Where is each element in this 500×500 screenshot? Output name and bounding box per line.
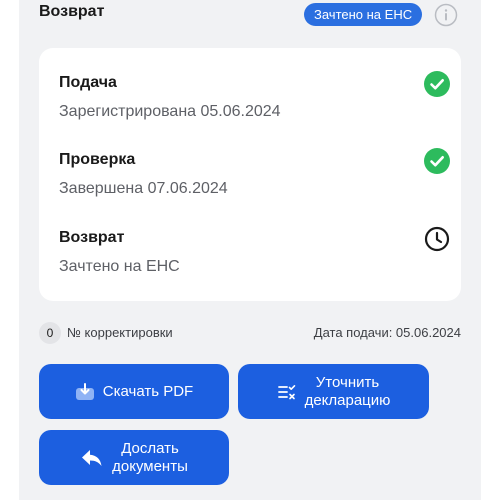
check-circle-icon	[424, 71, 450, 97]
step-subtitle: Завершена 07.06.2024	[59, 180, 228, 197]
download-file-icon	[75, 382, 95, 402]
clarify-line-2: декларацию	[304, 391, 391, 409]
filing-date: Дата подачи: 05.06.2024	[313, 325, 461, 340]
correction-label: № корректировки	[67, 325, 173, 340]
download-pdf-button[interactable]: Скачать PDF	[39, 364, 229, 419]
list-check-icon	[277, 383, 297, 401]
step-subtitle: Зарегистрирована 05.06.2024	[59, 103, 281, 120]
reply-arrow-icon	[80, 448, 104, 468]
meta-row: 0 № корректировки Дата подачи: 05.06.202…	[39, 322, 461, 344]
step-title: Подача	[59, 74, 117, 91]
clarify-declaration-label: Уточнить декларацию	[305, 374, 391, 410]
send-docs-line-2: документы	[112, 457, 188, 475]
step-submission: Подача Зарегистрирована 05.06.2024	[59, 71, 450, 121]
step-review: Проверка Завершена 07.06.2024	[59, 148, 450, 198]
page-title: Возврат	[39, 3, 105, 20]
clarify-line-1: Уточнить	[315, 373, 380, 391]
correction-count-badge: 0	[39, 322, 61, 344]
send-documents-label: Дослать документы	[112, 440, 188, 476]
status-card: Подача Зарегистрирована 05.06.2024 Прове…	[39, 48, 461, 301]
step-refund: Возврат Зачтено на ЕНС	[59, 226, 450, 276]
info-icon[interactable]	[434, 3, 458, 27]
download-pdf-label: Скачать PDF	[102, 382, 194, 400]
step-title: Проверка	[59, 151, 136, 168]
clarify-declaration-button[interactable]: Уточнить декларацию	[238, 364, 429, 419]
clock-icon	[424, 226, 450, 252]
status-badge: Зачтено на ЕНС	[304, 3, 423, 26]
step-title: Возврат	[59, 229, 125, 246]
check-circle-icon	[424, 148, 450, 174]
send-documents-button[interactable]: Дослать документы	[39, 430, 229, 485]
send-docs-line-1: Дослать	[121, 439, 179, 457]
step-subtitle: Зачтено на ЕНС	[59, 258, 180, 275]
